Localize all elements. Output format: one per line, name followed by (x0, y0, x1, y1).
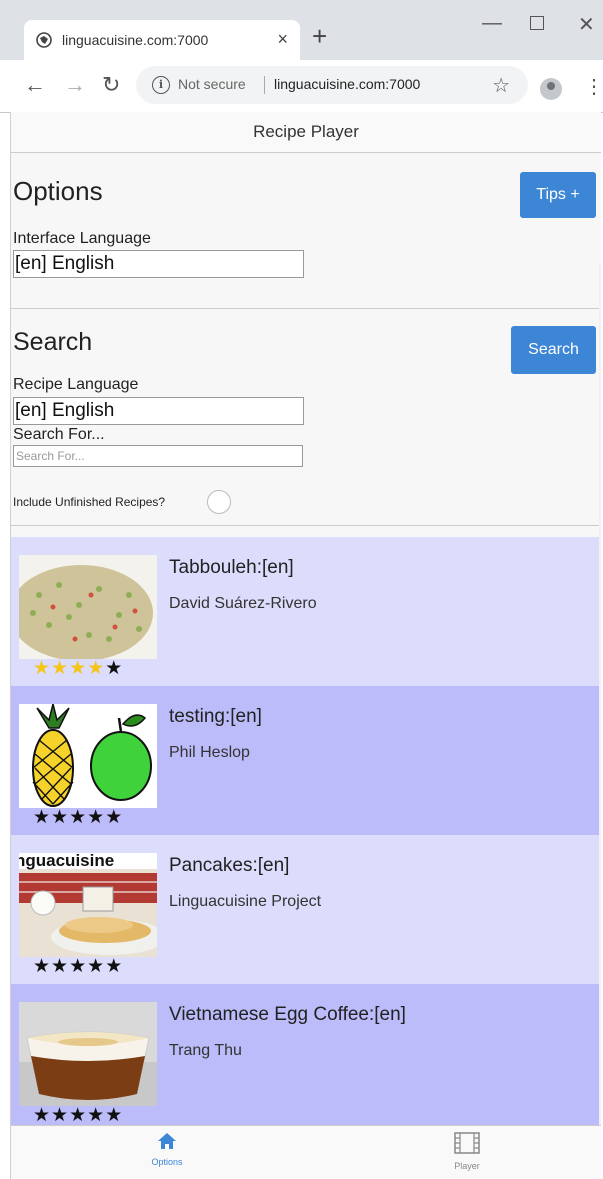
search-input[interactable] (13, 445, 303, 467)
nav-tab-options[interactable]: Options (127, 1132, 207, 1167)
search-for-label: Search For... (13, 426, 105, 443)
star-icon: ★ (51, 658, 70, 679)
recipe-language-label: Recipe Language (13, 376, 139, 393)
tab-title: linguacuisine.com:7000 (62, 32, 209, 48)
minimize-icon[interactable]: — (482, 12, 502, 35)
recipe-author: Phil Heslop (169, 744, 250, 761)
interface-language-label: Interface Language (13, 230, 151, 247)
recipe-title[interactable]: Pancakes:[en] (169, 855, 289, 877)
star-icon: ★ (87, 956, 106, 977)
reload-icon[interactable]: ↻ (102, 74, 120, 96)
nav-tab-player[interactable]: Player (427, 1132, 507, 1171)
star-icon: ★ (69, 658, 88, 679)
star-icon: ★ (51, 807, 70, 828)
recipe-title[interactable]: Tabbouleh:[en] (169, 557, 294, 579)
recipe-item[interactable]: ★★★★★ Tabbouleh:[en] David Suárez-Rivero (11, 537, 601, 686)
browser-toolbar: ← → ↻ i Not secure linguacuisine.com:700… (0, 60, 603, 112)
star-rating: ★★★★★ (33, 808, 123, 828)
recipe-title[interactable]: Vietnamese Egg Coffee:[en] (169, 1004, 406, 1026)
omnibox-divider (264, 76, 265, 94)
search-heading: Search (13, 328, 93, 356)
nav-player-label: Player (454, 1161, 480, 1171)
interface-language-select[interactable]: [en] English (13, 250, 304, 278)
star-icon: ★ (87, 807, 106, 828)
film-icon (454, 1132, 480, 1154)
kebab-menu-icon[interactable]: ⋮ (584, 74, 603, 99)
star-icon: ★ (33, 1105, 52, 1126)
star-rating: ★★★★★ (33, 957, 123, 977)
section-divider (11, 308, 601, 309)
address-bar[interactable]: i Not secure linguacuisine.com:7000 ☆ (136, 66, 528, 104)
recipe-author: David Suárez-Rivero (169, 595, 317, 612)
recipe-author: Trang Thu (169, 1042, 242, 1059)
browser-tab[interactable]: linguacuisine.com:7000 × (24, 20, 300, 60)
options-heading: Options (13, 176, 103, 206)
bookmark-star-icon[interactable]: ☆ (492, 73, 510, 98)
star-icon: ★ (105, 658, 124, 679)
star-icon: ★ (105, 807, 124, 828)
star-icon: ★ (69, 807, 88, 828)
star-icon: ★ (33, 658, 52, 679)
home-icon (158, 1133, 176, 1149)
browser-chrome: linguacuisine.com:7000 × + — ✕ ← → ↻ i N… (0, 0, 603, 113)
app-viewport: Recipe Player Options Tips + Interface L… (10, 112, 601, 1179)
avatar-icon[interactable] (540, 78, 562, 100)
include-unfinished-toggle[interactable] (207, 490, 231, 514)
back-icon[interactable]: ← (24, 74, 46, 96)
star-icon: ★ (87, 658, 106, 679)
search-button[interactable]: Search (511, 326, 596, 374)
recipe-thumbnail (19, 555, 157, 659)
recipe-author: Linguacuisine Project (169, 893, 322, 910)
recipe-item[interactable]: ★★★★★ testing:[en] Phil Heslop (11, 686, 601, 835)
recipe-thumbnail (19, 704, 157, 808)
star-icon: ★ (105, 956, 124, 977)
not-secure-label: Not secure (178, 76, 246, 92)
include-unfinished-label: Include Unfinished Recipes? (13, 495, 166, 509)
star-icon: ★ (33, 956, 52, 977)
bottom-nav: Options Player (11, 1125, 601, 1179)
tab-close-icon[interactable]: × (277, 29, 288, 50)
recipe-thumbnail: nguacuisine (19, 853, 157, 957)
recipe-thumbnail (19, 1002, 157, 1106)
tips-button[interactable]: Tips + (520, 172, 596, 218)
nav-options-label: Options (151, 1157, 183, 1167)
new-tab-button[interactable]: + (312, 22, 327, 50)
pancakes-image-text: nguacuisine (19, 853, 114, 870)
star-rating: ★★★★★ (33, 1106, 123, 1126)
forward-icon[interactable]: → (64, 74, 86, 96)
maximize-icon[interactable] (530, 16, 544, 30)
star-icon: ★ (51, 1105, 70, 1126)
section-divider (11, 525, 601, 526)
star-icon: ★ (51, 956, 70, 977)
recipe-item[interactable]: nguacuisine ★★★★★ Pancakes:[en] Linguacu… (11, 835, 601, 984)
recipe-item[interactable]: ★★★★★ Vietnamese Egg Coffee:[en] Trang T… (11, 984, 601, 1133)
star-rating: ★★★★★ (33, 659, 123, 679)
globe-icon (36, 32, 52, 48)
recipe-language-select[interactable]: [en] English (13, 397, 304, 425)
star-icon: ★ (87, 1105, 106, 1126)
scrollbar[interactable] (599, 264, 601, 1179)
star-icon: ★ (33, 807, 52, 828)
close-window-icon[interactable]: ✕ (578, 12, 595, 37)
info-icon[interactable]: i (152, 76, 170, 94)
url-text[interactable]: linguacuisine.com:7000 (274, 76, 420, 92)
recipe-title[interactable]: testing:[en] (169, 706, 262, 728)
star-icon: ★ (69, 1105, 88, 1126)
star-icon: ★ (105, 1105, 124, 1126)
page-title: Recipe Player (11, 112, 601, 153)
star-icon: ★ (69, 956, 88, 977)
